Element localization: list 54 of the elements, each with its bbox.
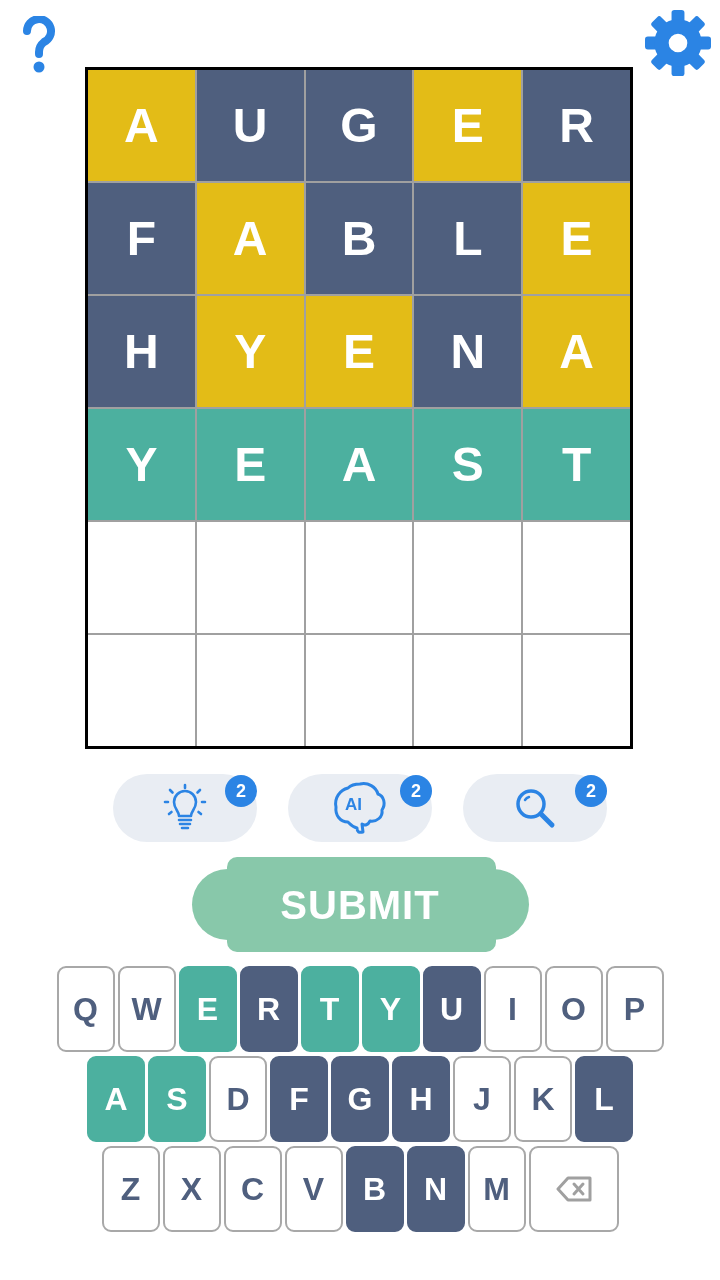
keyboard-key[interactable]: B	[345, 1146, 404, 1232]
letter-tile: B	[305, 183, 413, 294]
keyboard-key[interactable]: J	[453, 1056, 511, 1142]
hint-button[interactable]: 2	[113, 774, 257, 842]
letter-tile: N	[414, 296, 522, 407]
keyboard-key[interactable]: D	[209, 1056, 267, 1142]
backspace-icon	[555, 1176, 592, 1202]
letter-tile: H	[88, 296, 195, 407]
letter-tile: A	[305, 409, 413, 520]
count-badge: 2	[575, 775, 607, 807]
keyboard-key[interactable]: U	[422, 966, 481, 1052]
letter-tile: E	[305, 296, 413, 407]
help-icon[interactable]	[22, 16, 56, 74]
keyboard-key[interactable]: X	[162, 1146, 221, 1232]
keyboard-key[interactable]: I	[483, 966, 542, 1052]
ai-hint-button[interactable]: AI 2	[288, 774, 432, 842]
search-icon	[514, 787, 556, 829]
keyboard-key[interactable]: G	[331, 1056, 389, 1142]
letter-tile: L	[414, 183, 522, 294]
keyboard-key[interactable]: F	[270, 1056, 328, 1142]
keyboard-key[interactable]: V	[284, 1146, 343, 1232]
letter-tile: A	[88, 70, 195, 181]
letter-tile: U	[196, 70, 304, 181]
letter-tile: A	[196, 183, 304, 294]
search-hint-button[interactable]: 2	[463, 774, 607, 842]
letter-tile: G	[305, 70, 413, 181]
keyboard-key[interactable]: M	[467, 1146, 526, 1232]
count-badge: 2	[400, 775, 432, 807]
count-badge: 2	[225, 775, 257, 807]
keyboard-key[interactable]: L	[575, 1056, 633, 1142]
letter-tile: S	[414, 409, 522, 520]
letter-tile: T	[523, 409, 630, 520]
keyboard-key[interactable]: W	[117, 966, 176, 1052]
keyboard-key[interactable]: C	[223, 1146, 282, 1232]
keyboard-key[interactable]: N	[406, 1146, 465, 1232]
keyboard-key[interactable]: P	[605, 966, 664, 1052]
letter-tile: R	[523, 70, 630, 181]
letter-tile: E	[523, 183, 630, 294]
letter-tile: E	[414, 70, 522, 181]
letter-tile: E	[196, 409, 304, 520]
keyboard-key[interactable]: Q	[56, 966, 115, 1052]
settings-icon[interactable]	[645, 10, 711, 76]
keyboard-key[interactable]: O	[544, 966, 603, 1052]
keyboard-key[interactable]: R	[239, 966, 298, 1052]
brain-icon	[332, 780, 388, 836]
keyboard-key[interactable]: H	[392, 1056, 450, 1142]
keyboard-key[interactable]: Z	[101, 1146, 160, 1232]
letter-tile: Y	[196, 296, 304, 407]
letter-tile: A	[523, 296, 630, 407]
ai-label: AI	[345, 795, 362, 815]
keyboard-key[interactable]: K	[514, 1056, 572, 1142]
letter-tile: F	[88, 183, 195, 294]
backspace-key[interactable]	[528, 1146, 619, 1232]
letter-tile: Y	[88, 409, 195, 520]
